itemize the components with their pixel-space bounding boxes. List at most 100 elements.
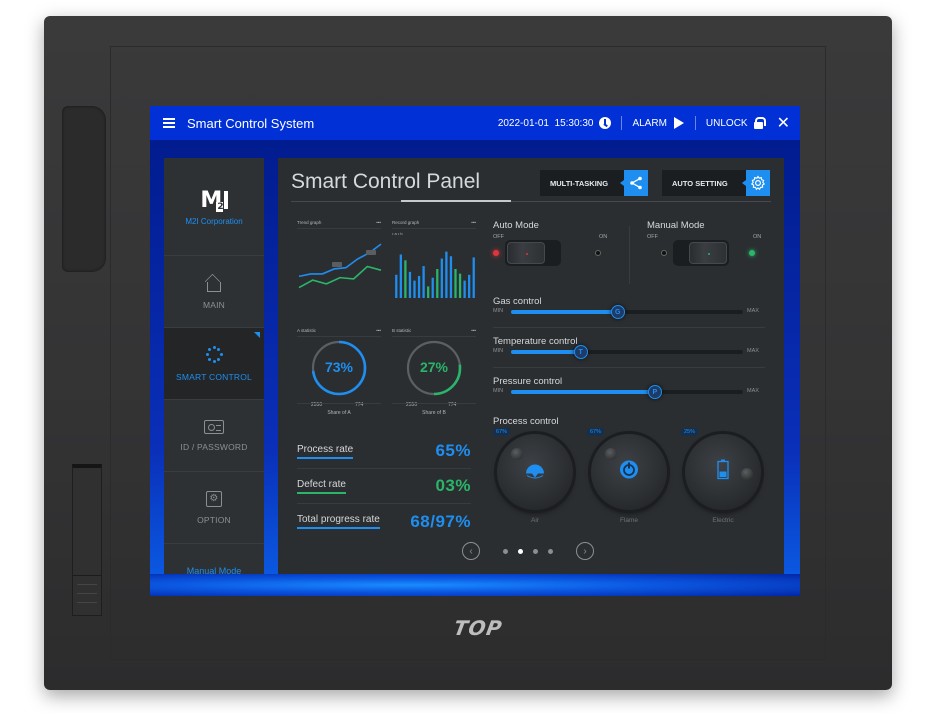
rate-row-defect: Defect rate 03% [297, 469, 471, 504]
slider-max-label: MAX [747, 388, 759, 394]
record-bar [417, 275, 421, 298]
spinner-dot [212, 346, 216, 349]
a-statistic-footer: Share of A [297, 403, 381, 416]
toggle-knob [507, 242, 545, 264]
slider-label: Temperature control [493, 336, 578, 347]
app-title: Smart Control System [187, 115, 315, 131]
auto-mode-label: Auto Mode [493, 220, 539, 231]
spinner-dot [217, 348, 221, 352]
sidebar-item-id-password[interactable]: ID / PASSWORD [164, 400, 264, 472]
sidebar: M2 M2I Corporation MAIN SMART CONTROL ID… [164, 158, 264, 576]
unlock-label: UNLOCK [705, 117, 748, 129]
slider-track[interactable]: G [511, 305, 743, 319]
id-card-icon [204, 419, 224, 434]
hamburger-menu-icon[interactable] [163, 118, 175, 128]
b-statistic-footer: Share of B [392, 403, 476, 416]
record-bar [395, 274, 398, 298]
sidebar-item-option[interactable]: ⚙ OPTION [164, 472, 264, 544]
gear-box-icon: ⚙ [206, 490, 222, 507]
b-statistic-card: B statistic ••• 27% Share of B [392, 328, 476, 416]
process-control-label: Process control [493, 416, 559, 427]
manual-mode-toggle[interactable] [673, 240, 729, 266]
a-statistic-donut: 73% [297, 337, 381, 399]
slider-thumb[interactable]: G [610, 305, 625, 319]
logo-mark: M2 [200, 188, 228, 213]
sidebar-item-main[interactable]: MAIN [164, 256, 264, 328]
record-bar [427, 286, 430, 298]
more-icon[interactable]: ••• [471, 328, 476, 333]
knob-air: 67% Air [493, 428, 577, 528]
on-label: ON [753, 234, 762, 240]
record-bar [440, 258, 443, 298]
knob-electric: 25% Electric [681, 428, 765, 528]
sidebar-item-smart-control[interactable]: SMART CONTROL [164, 328, 264, 400]
alarm-button[interactable]: ALARM [632, 117, 684, 129]
divider [694, 116, 696, 130]
more-icon[interactable]: ••• [376, 328, 381, 333]
divider [493, 327, 765, 328]
record-bar [454, 269, 457, 298]
slider-fill [511, 390, 655, 394]
b-statistic-donut: 27% [392, 337, 476, 399]
knob-flame: 67% Flame [587, 428, 671, 528]
datetime: 2022-01-01 15:30:30 [497, 117, 594, 129]
more-icon[interactable]: ••• [471, 220, 476, 225]
page-dot-2[interactable] [518, 548, 523, 554]
smart-control-panel: Smart Control Panel MULTI-TASKING AUTO S… [278, 158, 784, 576]
rate-value: 03% [435, 476, 471, 495]
company-name: M2I Corporation [185, 216, 243, 226]
trend-line-green [298, 265, 382, 289]
auto-mode-toggle[interactable] [505, 240, 561, 266]
flame-dial[interactable] [591, 434, 667, 510]
knob-label: Air [531, 517, 539, 524]
record-bar [458, 273, 462, 298]
close-button[interactable]: ✕ [777, 113, 790, 133]
slider-thumb[interactable]: P [647, 385, 662, 399]
prev-page-button[interactable]: ‹ [462, 542, 480, 560]
trend-graph-card: Trend graph ••• [297, 220, 382, 304]
trend-graph-chart [298, 243, 382, 289]
auto-setting-button[interactable]: AUTO SETTING [662, 170, 770, 196]
multi-tasking-label: MULTI-TASKING [550, 178, 609, 188]
sidebar-item-label: MAIN [202, 299, 226, 310]
on-label: ON [599, 234, 608, 240]
page-dot-3[interactable] [533, 548, 538, 554]
off-label: OFF [493, 234, 504, 240]
trend-callout [332, 262, 342, 267]
sidebar-manual-mode[interactable]: Manual Mode [164, 544, 264, 596]
electric-dial[interactable] [685, 434, 761, 510]
slider-fill [511, 310, 618, 314]
record-bar [472, 257, 475, 298]
page-dot-4[interactable] [548, 548, 553, 554]
slider-track[interactable]: P [511, 385, 743, 399]
auto-mode-section: Auto Mode OFF ON [493, 220, 629, 286]
page-title: Smart Control Panel [291, 170, 481, 193]
record-bar [431, 277, 434, 298]
brand-logo: TOP [451, 616, 505, 640]
spinner-dot [219, 353, 223, 356]
company-logo: M2 M2I Corporation [164, 158, 264, 256]
auto-setting-label: AUTO SETTING [672, 178, 728, 188]
process-control-section: Process control 67% Air 67% Flame 25% El… [493, 416, 765, 524]
slider-label: Gas control [493, 296, 542, 307]
spinner-icon [205, 346, 223, 364]
spinner-dot [217, 357, 221, 361]
more-icon[interactable]: ••• [376, 220, 381, 225]
off-led-red [493, 250, 499, 256]
side-card-slot [62, 106, 106, 272]
divider [621, 116, 623, 130]
latch-grip [73, 575, 101, 615]
slider-max-label: MAX [747, 348, 759, 354]
page-dot-1[interactable] [503, 548, 508, 554]
slider-track[interactable]: T [511, 345, 743, 359]
air-dial[interactable] [497, 434, 573, 510]
record-bar [408, 271, 412, 298]
unlock-button[interactable]: UNLOCK [705, 117, 766, 129]
page-dots [498, 548, 558, 554]
next-page-button[interactable]: › [576, 542, 594, 560]
slider-thumb[interactable]: T [573, 345, 588, 359]
slider-pressure-control: Pressure control MIN P MAX [493, 376, 765, 399]
record-bar [399, 254, 402, 298]
sidebar-item-label: OPTION [197, 514, 231, 525]
multi-tasking-button[interactable]: MULTI-TASKING [540, 170, 648, 196]
